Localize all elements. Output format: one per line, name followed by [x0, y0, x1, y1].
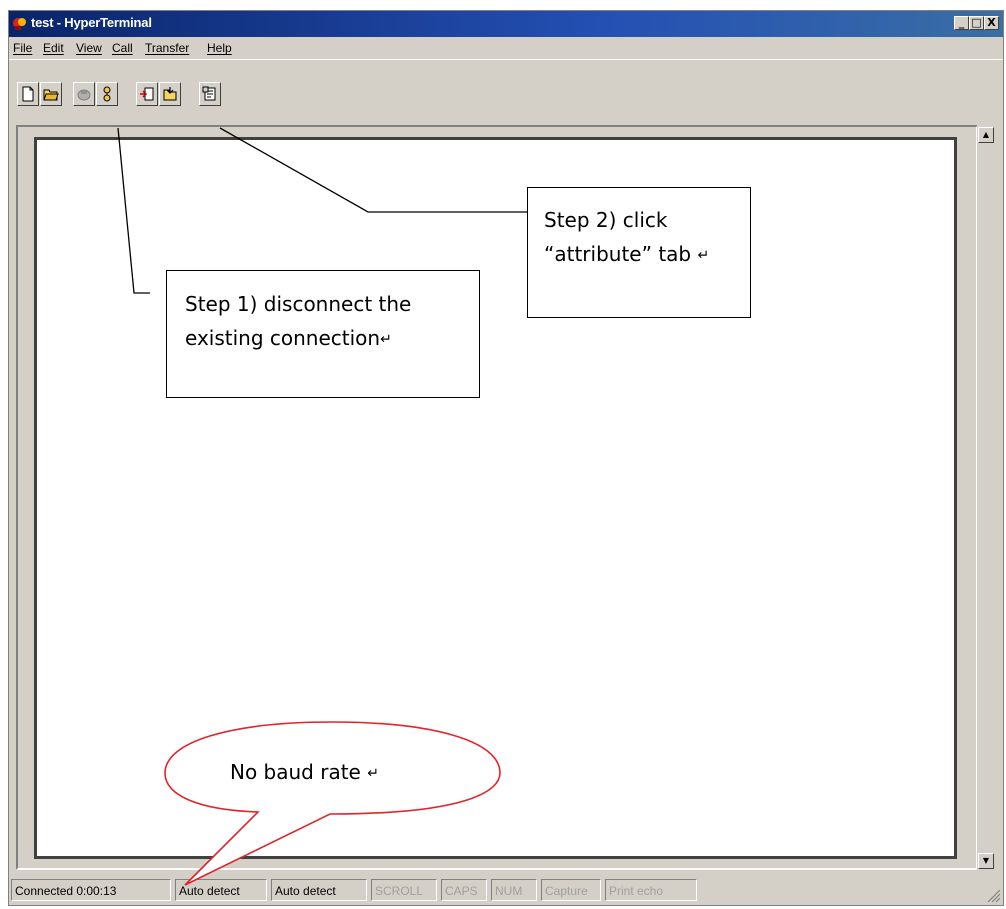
receive-button[interactable]	[159, 82, 181, 106]
receive-icon	[163, 87, 177, 101]
disconnect-button[interactable]	[96, 82, 118, 106]
minimize-button[interactable]: _	[954, 16, 969, 30]
new-connection-button[interactable]	[17, 82, 39, 106]
step1-callout: Step 1) disconnect the existing connecti…	[166, 270, 480, 398]
terminal-frame	[16, 125, 978, 870]
menu-view[interactable]: View	[76, 41, 102, 55]
menu-edit[interactable]: Edit	[43, 41, 64, 55]
menu-call[interactable]: Call	[112, 41, 133, 55]
status-caps: CAPS	[441, 879, 487, 901]
return-mark-icon: ↵	[697, 247, 710, 264]
send-icon	[140, 87, 154, 101]
status-detect-2: Auto detect	[271, 879, 367, 901]
step1-text-line2: existing connection↵	[185, 326, 392, 350]
status-capture: Capture	[541, 879, 601, 901]
title-bar[interactable]: test - HyperTerminal _ □ X	[9, 11, 1003, 37]
call-icon	[77, 89, 91, 101]
toolbar	[9, 59, 1003, 124]
status-num: NUM	[491, 879, 537, 901]
resize-grip-icon[interactable]	[987, 889, 1001, 903]
return-mark-icon: ↵	[380, 331, 392, 348]
window-title: test - HyperTerminal	[31, 15, 152, 30]
menu-transfer[interactable]: Transfer	[145, 41, 189, 55]
close-button[interactable]: X	[984, 16, 999, 30]
terminal-area[interactable]	[34, 137, 957, 859]
menu-bar: File Edit View Call Transfer Help	[9, 38, 1003, 58]
call-button[interactable]	[73, 82, 95, 106]
hyperterminal-window: test - HyperTerminal _ □ X File Edit Vie…	[8, 10, 1004, 906]
properties-icon	[202, 86, 216, 101]
step1-text-line1: Step 1) disconnect the	[185, 292, 412, 316]
open-button[interactable]	[40, 82, 62, 106]
open-icon	[43, 89, 59, 101]
return-mark-icon: ↵	[367, 765, 379, 782]
new-icon	[22, 86, 34, 102]
hyperterminal-app-icon	[13, 18, 26, 30]
status-connected: Connected 0:00:13	[11, 879, 171, 901]
status-bar: Connected 0:00:13 Auto detect Auto detec…	[9, 877, 1003, 905]
properties-button[interactable]	[199, 82, 221, 106]
step2-text-line1: Step 2) click	[544, 208, 668, 232]
status-detect-1: Auto detect	[175, 879, 267, 901]
status-print-echo: Print echo	[605, 879, 697, 901]
maximize-button[interactable]: □	[969, 16, 984, 30]
menu-help[interactable]: Help	[207, 41, 232, 55]
send-button[interactable]	[136, 82, 158, 106]
scroll-down-icon[interactable]: ▼	[978, 853, 994, 869]
baud-rate-callout: No baud rate ↵	[230, 760, 379, 784]
step2-text-line2: “attribute” tab ↵	[544, 242, 710, 266]
menu-file[interactable]: File	[13, 41, 32, 55]
disconnect-icon	[103, 86, 111, 102]
vertical-scrollbar[interactable]: ▲ ▼	[977, 125, 995, 871]
status-scroll: SCROLL	[371, 879, 437, 901]
step2-callout: Step 2) click “attribute” tab ↵	[527, 187, 751, 318]
scroll-up-icon[interactable]: ▲	[978, 127, 994, 143]
